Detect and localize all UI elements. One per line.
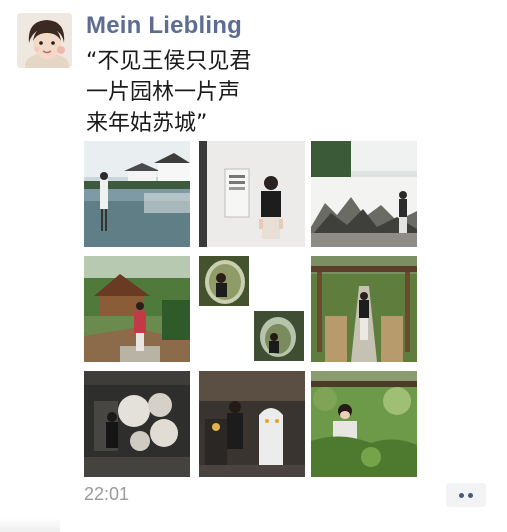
photo-thumbnail[interactable] [254, 311, 304, 361]
photo-thumbnail[interactable] [311, 371, 417, 477]
moment-post: Mein Liebling “不见王侯只见君 一片园林一片声 来年姑苏城” 22… [0, 0, 507, 532]
post-caption: “不见王侯只见君 一片园林一片声 来年姑苏城” [86, 46, 466, 139]
author-name[interactable]: Mein Liebling [86, 12, 242, 40]
photo-thumbnail[interactable] [199, 371, 305, 477]
caption-line: 一片园林一片声 [86, 80, 241, 105]
more-options-button[interactable] [446, 483, 486, 507]
photo-thumbnail[interactable] [199, 256, 249, 306]
caption-line: 来年姑苏城” [86, 111, 208, 136]
photo-thumbnail[interactable] [311, 256, 417, 362]
post-timestamp: 22:01 [84, 484, 130, 504]
photo-thumbnail[interactable] [199, 141, 305, 247]
ellipsis-icon [459, 492, 464, 498]
divider [0, 518, 60, 532]
photo-thumbnail[interactable] [84, 371, 190, 477]
photo-thumbnail[interactable] [84, 256, 190, 362]
photo-grid [84, 141, 420, 477]
avatar[interactable] [17, 13, 72, 68]
caption-line: “不见王侯只见君 [86, 49, 252, 74]
photo-thumbnail[interactable] [84, 141, 190, 247]
ellipsis-icon [468, 492, 473, 498]
photo-thumbnail[interactable] [311, 141, 417, 247]
